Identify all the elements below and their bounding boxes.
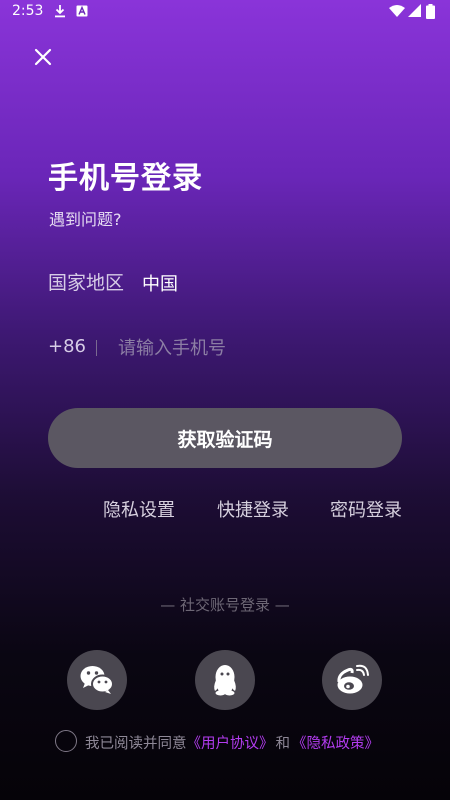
country-code[interactable]: +86 bbox=[48, 336, 86, 357]
privacy-settings-link[interactable]: 隐私设置 bbox=[103, 496, 175, 522]
agreement-text: 我已阅读并同意《用户协议》和《隐私政策》 bbox=[85, 732, 379, 753]
notification-a-icon bbox=[76, 5, 88, 17]
agreement-prefix: 我已阅读并同意 bbox=[85, 736, 187, 752]
quick-login-link[interactable]: 快捷登录 bbox=[217, 496, 289, 522]
get-code-button[interactable]: 获取验证码 bbox=[48, 408, 402, 468]
wechat-icon bbox=[80, 666, 114, 694]
agreement-checkbox[interactable] bbox=[55, 730, 77, 752]
cellular-signal-icon bbox=[408, 4, 421, 17]
region-label: 国家地区 bbox=[48, 272, 125, 294]
weibo-login-button[interactable] bbox=[322, 650, 382, 710]
privacy-policy-link[interactable]: 《隐私政策》 bbox=[292, 736, 379, 752]
weibo-icon bbox=[337, 664, 369, 694]
agreement-and: 和 bbox=[275, 736, 291, 752]
close-button[interactable] bbox=[30, 44, 56, 70]
phone-input[interactable] bbox=[118, 334, 388, 362]
wifi-icon bbox=[389, 5, 405, 17]
wechat-login-button[interactable] bbox=[67, 650, 127, 710]
help-link[interactable]: 遇到问题? bbox=[49, 206, 122, 230]
qq-icon bbox=[214, 665, 236, 696]
battery-icon bbox=[426, 4, 435, 19]
input-divider bbox=[96, 340, 97, 356]
password-login-link[interactable]: 密码登录 bbox=[330, 496, 402, 522]
status-time: 2:53 bbox=[12, 3, 44, 19]
phone-row: +86 bbox=[48, 334, 402, 364]
page-title: 手机号登录 bbox=[48, 161, 203, 196]
agreement-row: 我已阅读并同意《用户协议》和《隐私政策》 bbox=[55, 730, 435, 754]
user-agreement-link[interactable]: 《用户协议》 bbox=[187, 736, 274, 752]
download-icon bbox=[55, 5, 65, 18]
status-bar: 2:53 bbox=[0, 0, 450, 24]
region-selector[interactable]: 中国 bbox=[142, 270, 178, 296]
qq-login-button[interactable] bbox=[195, 650, 255, 710]
social-login-title: — 社交账号登录 — bbox=[160, 596, 290, 614]
close-icon bbox=[34, 48, 52, 66]
